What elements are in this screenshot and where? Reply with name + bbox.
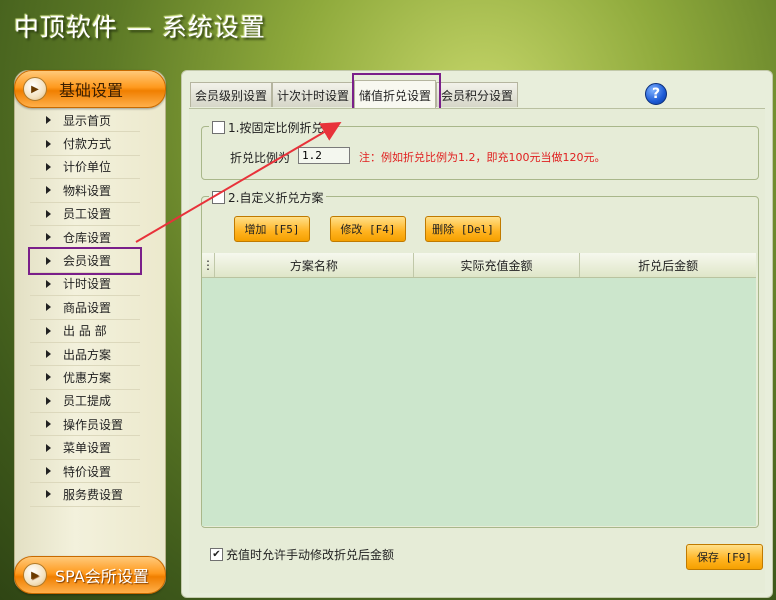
sidebar-item-materials[interactable]: 物料设置: [30, 179, 140, 203]
delete-button[interactable]: 删除 [Del]: [425, 216, 501, 242]
tab-count-timing[interactable]: 计次计时设置: [272, 82, 355, 107]
ratio-label: 折兑比例为: [230, 151, 291, 165]
arrow-right-icon: [46, 162, 51, 171]
sidebar-item-label: 仓库设置: [63, 230, 112, 245]
arrow-right-icon: [46, 350, 51, 359]
sidebar-item-member-settings[interactable]: 会员设置: [28, 247, 142, 275]
sidebar-item-label: 付款方式: [63, 137, 112, 152]
sidebar-item-label: 显示首页: [63, 113, 112, 128]
save-button[interactable]: 保存 [F9]: [686, 544, 763, 570]
tab-stored-value-conversion[interactable]: 储值折兑设置: [354, 80, 437, 109]
section-basic-settings-button[interactable]: ▶ 基础设置: [14, 70, 166, 108]
ratio-input[interactable]: [298, 147, 350, 164]
question-icon[interactable]: ?: [645, 83, 667, 105]
arrow-right-icon: [46, 186, 51, 195]
sidebar-item-label: 物料设置: [63, 183, 112, 198]
sidebar-item-label: 出品方案: [63, 347, 112, 362]
custom-scheme-label: 2.自定义折兑方案: [228, 191, 324, 205]
sidebar-item-operators[interactable]: 操作员设置: [30, 413, 140, 437]
arrow-right-icon: [46, 139, 51, 148]
arrow-right-icon: [46, 209, 51, 218]
sidebar-item-label: 优惠方案: [63, 370, 112, 385]
column-header[interactable]: 方案名称: [215, 253, 414, 277]
sidebar-item-label: 出 品 部: [63, 324, 107, 339]
section-spa-settings-button[interactable]: ▶ SPA会所设置: [14, 556, 166, 594]
custom-scheme-group-title: 2.自定义折兑方案: [209, 189, 327, 206]
window-title: 中顶软件 — 系统设置: [14, 13, 266, 42]
section-basic-settings-label: 基础设置: [59, 81, 124, 100]
ratio-note: 注：例如折兑比例为1.2，即充100元当做120元。: [359, 151, 606, 164]
arrow-right-icon: [46, 490, 51, 499]
tab-member-points[interactable]: 会员积分设置: [436, 82, 519, 107]
sidebar-item-units[interactable]: 计价单位: [30, 156, 140, 180]
sidebar-item-label: 员工提成: [63, 394, 112, 409]
scheme-grid-body[interactable]: [202, 278, 756, 526]
sidebar-item-special-price[interactable]: 特价设置: [30, 460, 140, 484]
tab-bar: 会员级别设置 计次计时设置 储值折兑设置 会员积分设置: [190, 80, 519, 109]
sidebar-item-timing[interactable]: 计时设置: [30, 273, 140, 297]
sidebar-item-label: 操作员设置: [63, 417, 124, 432]
sidebar-item-label: 菜单设置: [63, 441, 112, 456]
play-icon: ▶: [23, 563, 47, 587]
sidebar-item-payment-methods[interactable]: 付款方式: [30, 132, 140, 156]
sidebar-item-commission[interactable]: 员工提成: [30, 390, 140, 414]
sidebar-item-discount-plan[interactable]: 优惠方案: [30, 366, 140, 390]
play-icon: ▶: [23, 77, 47, 101]
sidebar-item-label: 员工设置: [63, 207, 112, 222]
sidebar-item-label: 计时设置: [63, 277, 112, 292]
sidebar-item-staff[interactable]: 员工设置: [30, 203, 140, 226]
sidebar-item-service-fee[interactable]: 服务费设置: [30, 483, 140, 507]
sidebar-item-label: 商品设置: [63, 300, 112, 315]
allow-manual-edit-label: 充值时允许手动修改折兑后金额: [226, 548, 395, 562]
sidebar-item-label: 特价设置: [63, 464, 112, 479]
allow-manual-edit[interactable]: ✔ 充值时允许手动修改折兑后金额: [210, 546, 394, 563]
arrow-right-icon: [46, 420, 51, 429]
arrow-right-icon: [46, 116, 51, 125]
sidebar-item-warehouse[interactable]: 仓库设置: [30, 226, 140, 250]
section-spa-settings-label: SPA会所设置: [55, 567, 149, 586]
row-selector-icon: ⋮: [202, 253, 215, 277]
arrow-right-icon: [46, 373, 51, 382]
sidebar-item-label: 服务费设置: [63, 487, 124, 502]
edit-button[interactable]: 修改 [F4]: [330, 216, 406, 242]
arrow-right-icon: [46, 279, 51, 288]
arrow-right-icon: [46, 396, 51, 405]
column-header[interactable]: 折兑后金额: [580, 253, 756, 277]
custom-scheme-checkbox[interactable]: [212, 191, 225, 204]
sidebar-menu: 显示首页 付款方式 计价单位 物料设置 员工设置 仓库设置 会员设置 计时设置 …: [28, 109, 142, 507]
arrow-right-icon: [46, 256, 51, 265]
fixed-ratio-label: 1.按固定比例折兑: [228, 121, 324, 135]
sidebar-item-label: 计价单位: [63, 160, 112, 175]
sidebar-item-products[interactable]: 商品设置: [30, 296, 140, 320]
allow-manual-edit-checkbox[interactable]: ✔: [210, 548, 223, 561]
column-header[interactable]: 实际充值金额: [414, 253, 581, 277]
sidebar-item-home[interactable]: 显示首页: [30, 109, 140, 133]
arrow-right-icon: [46, 326, 51, 335]
arrow-right-icon: [46, 233, 51, 242]
fixed-ratio-checkbox[interactable]: [212, 121, 225, 134]
sidebar-item-output-plan[interactable]: 出品方案: [30, 343, 140, 367]
arrow-right-icon: [46, 303, 51, 312]
arrow-right-icon: [46, 443, 51, 452]
tab-member-level[interactable]: 会员级别设置: [190, 82, 273, 107]
sidebar-item-output-dept[interactable]: 出 品 部: [30, 320, 140, 343]
sidebar-item-menu[interactable]: 菜单设置: [30, 436, 140, 460]
add-button[interactable]: 增加 [F5]: [234, 216, 310, 242]
scheme-grid-header: ⋮ 方案名称 实际充值金额 折兑后金额: [202, 253, 756, 278]
arrow-right-icon: [46, 467, 51, 476]
sidebar-item-label: 会员设置: [63, 254, 112, 269]
fixed-ratio-group-title: 1.按固定比例折兑: [209, 119, 327, 136]
